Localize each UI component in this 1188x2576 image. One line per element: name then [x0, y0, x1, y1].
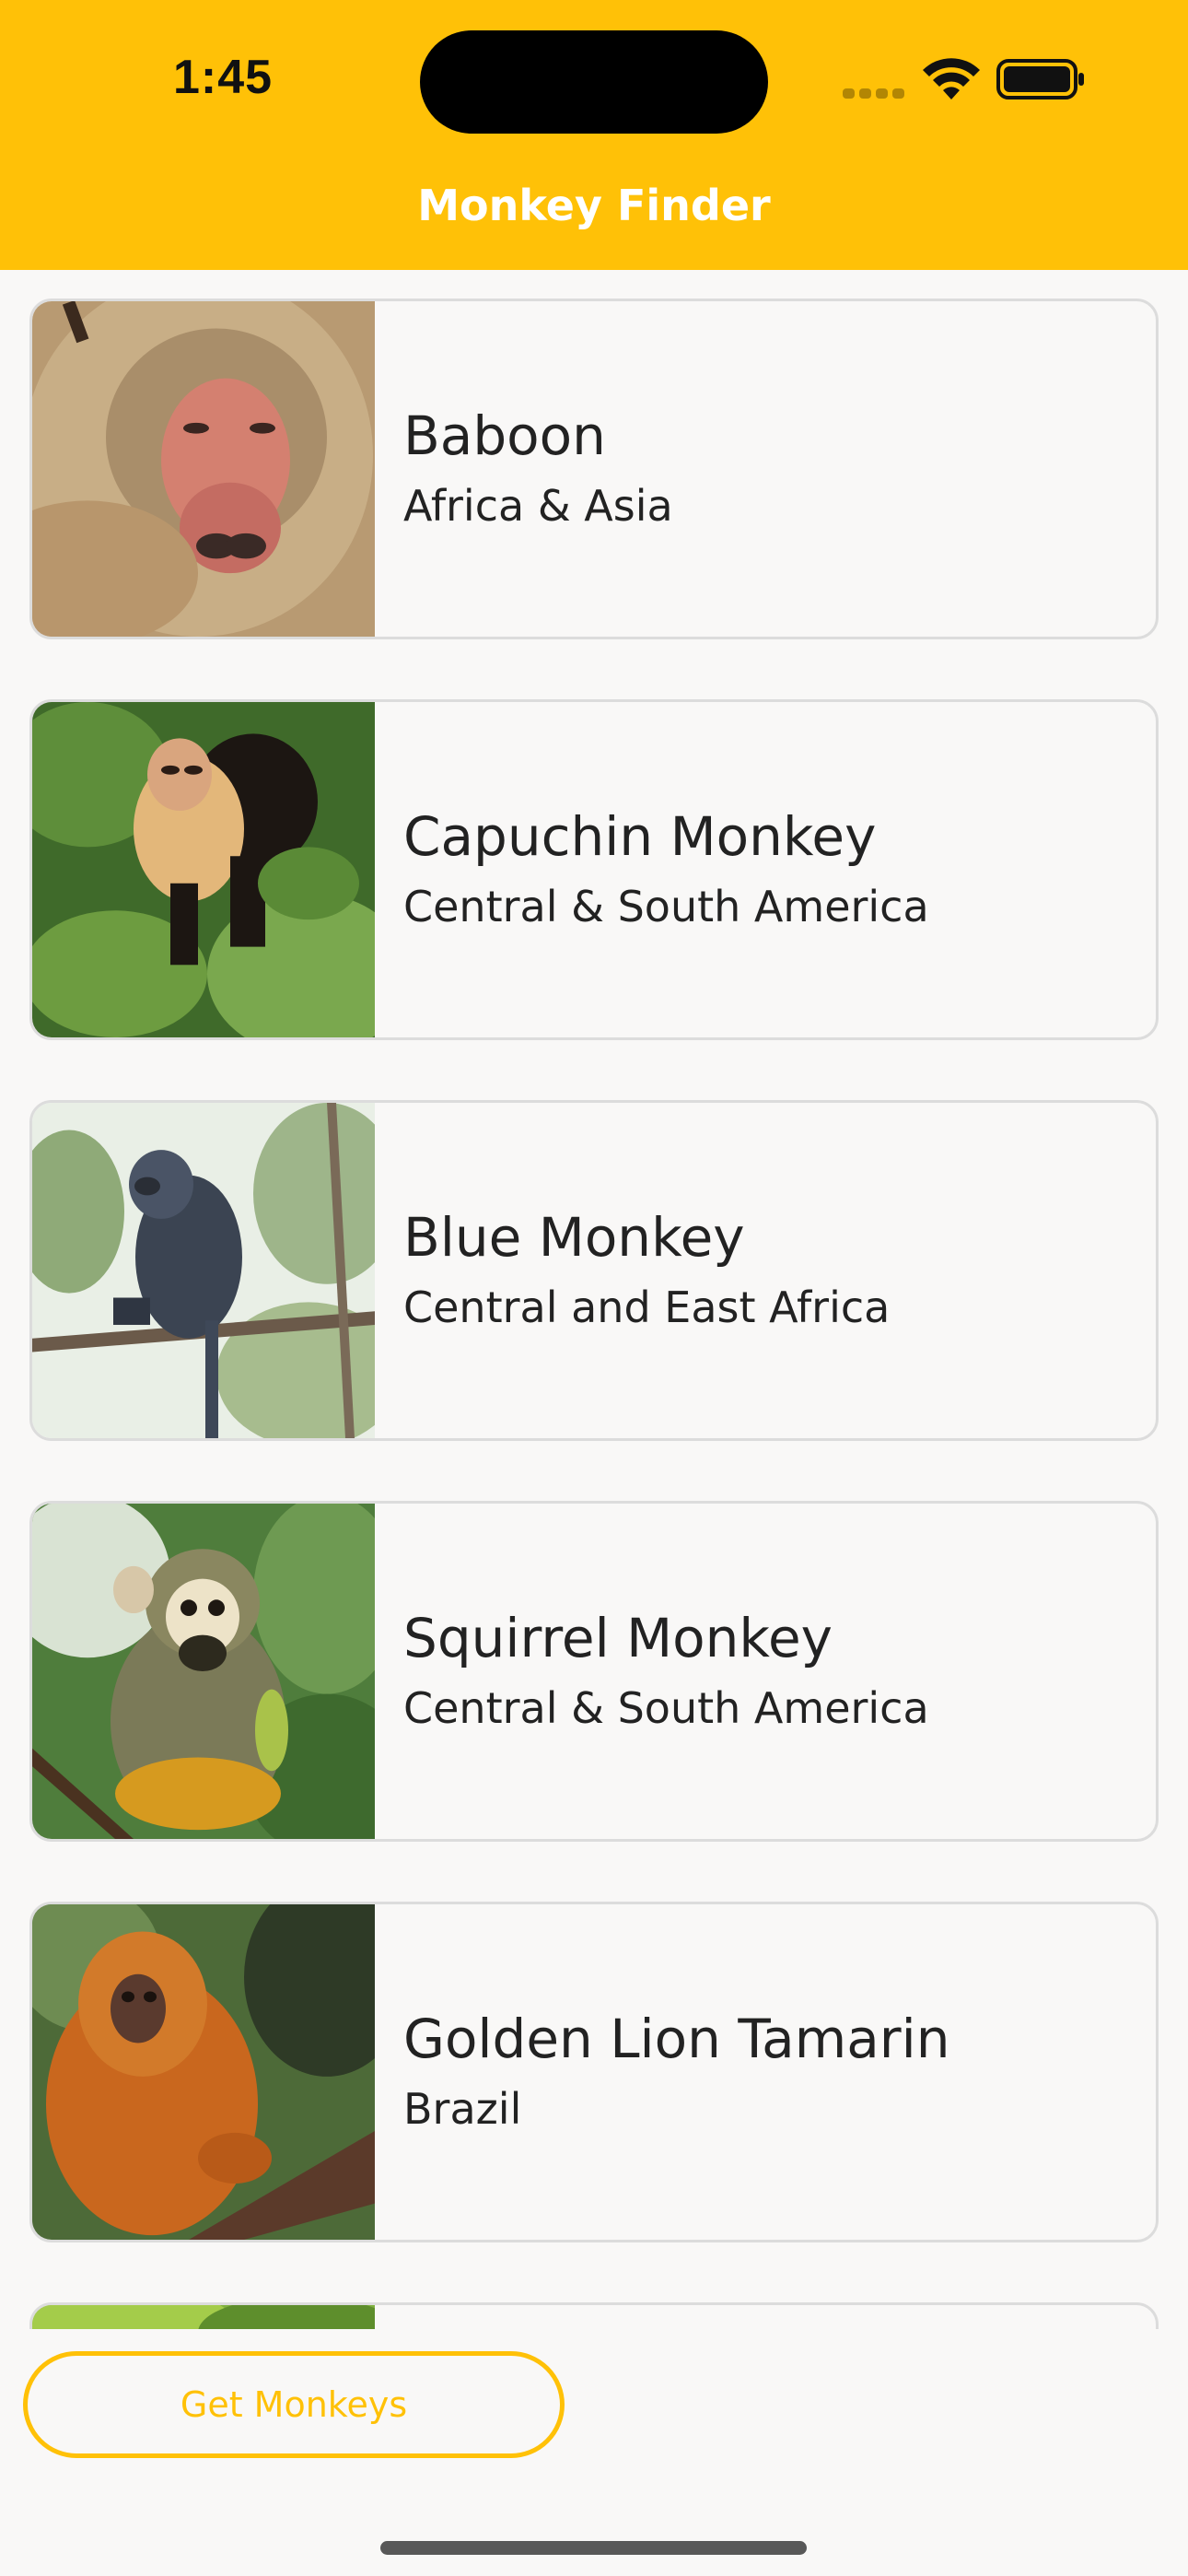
- blue-monkey-photo: [32, 1103, 375, 1438]
- monkey-name: Capuchin Monkey: [403, 805, 877, 868]
- monkey-name: Blue Monkey: [403, 1206, 745, 1269]
- monkey-location: Central & South America: [403, 882, 929, 931]
- home-indicator[interactable]: [380, 2541, 807, 2555]
- get-monkeys-button[interactable]: Get Monkeys: [23, 2351, 565, 2458]
- page-title: Monkey Finder: [417, 181, 771, 230]
- monkey-location: Africa & Asia: [403, 481, 673, 531]
- monkey-card[interactable]: Squirrel Monkey Central & South America: [29, 1501, 1159, 1842]
- monkey-name: Squirrel Monkey: [403, 1607, 833, 1669]
- monkey-location: Brazil: [403, 2084, 522, 2134]
- tamarin-photo: [32, 1904, 375, 2240]
- navigation-header: 1:45 Monkey Finder: [0, 0, 1188, 270]
- monkey-card[interactable]: Capuchin Monkey Central & South America: [29, 699, 1159, 1040]
- monkey-location: Central & South America: [403, 1683, 929, 1733]
- baboon-photo: [32, 301, 375, 637]
- wifi-icon: [923, 58, 980, 100]
- dynamic-island: [420, 30, 768, 134]
- monkey-photo: [32, 2305, 375, 2329]
- monkey-location: Central and East Africa: [403, 1282, 891, 1332]
- monkey-card[interactable]: Baboon Africa & Asia: [29, 299, 1159, 639]
- app-screen: 1:45 Monkey Finder Baboon Africa & Asia …: [0, 0, 1188, 2576]
- monkey-name: Baboon: [403, 404, 606, 467]
- monkey-name: Golden Lion Tamarin: [403, 2008, 950, 2070]
- monkey-card[interactable]: [29, 2302, 1159, 2329]
- capuchin-photo: [32, 702, 375, 1037]
- cellular-signal-icon: [843, 88, 905, 100]
- monkey-list[interactable]: Baboon Africa & Asia Capuchin Monkey Cen…: [0, 270, 1188, 2329]
- monkey-card[interactable]: Golden Lion Tamarin Brazil: [29, 1902, 1159, 2242]
- monkey-card[interactable]: Blue Monkey Central and East Africa: [29, 1100, 1159, 1441]
- battery-icon: [996, 59, 1084, 100]
- status-time: 1:45: [173, 51, 274, 104]
- squirrel-monkey-photo: [32, 1504, 375, 1839]
